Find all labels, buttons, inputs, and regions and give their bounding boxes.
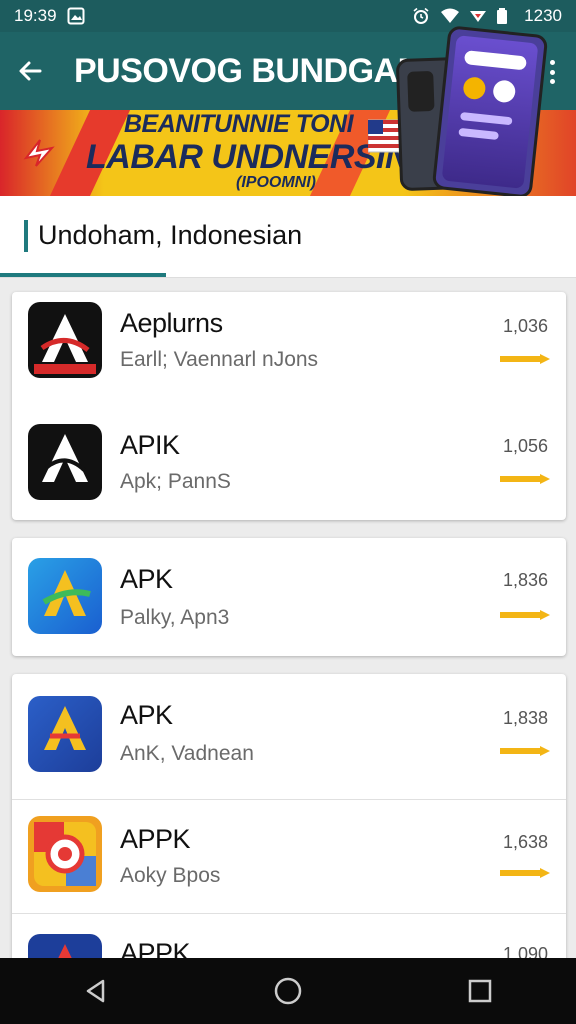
status-clock: 1230 [524, 6, 562, 25]
square-recents-icon [468, 979, 492, 1003]
navigation-bar [0, 958, 576, 1024]
app-icon [28, 816, 102, 892]
app-title: PUSOVOG BUNDGAM [74, 51, 426, 90]
status-time: 19:39 [14, 6, 57, 25]
section-underline [0, 273, 166, 277]
app-name: APPK [120, 824, 191, 854]
app-size: 1,838 [502, 708, 548, 728]
app-card: APK Palky, Apn3 1,836 [12, 538, 566, 656]
download-icon[interactable] [500, 610, 550, 620]
arrow-back-icon [19, 61, 42, 81]
app-icon [28, 302, 102, 378]
nav-home-button[interactable] [268, 971, 308, 1011]
list-item[interactable]: APK Palky, Apn3 1,836 [12, 538, 566, 656]
flag-icon [368, 119, 402, 153]
dot-icon [549, 69, 555, 75]
image-icon [67, 7, 85, 25]
app-name: Aeplurns [120, 308, 223, 338]
section-accent [24, 220, 28, 252]
phone-image [431, 25, 549, 199]
app-subtitle: Palky, Apn3 [120, 606, 230, 629]
app-name: APK [120, 564, 173, 594]
lightning-icon [23, 139, 55, 167]
download-icon[interactable] [500, 474, 550, 484]
signal-icon [468, 7, 487, 25]
download-icon[interactable] [500, 746, 550, 756]
app-size: 1,056 [502, 436, 548, 456]
list-item[interactable]: APPK Aoky Bpos 1,638 [12, 800, 566, 914]
back-button[interactable] [0, 32, 60, 110]
banner-tagline: (IPOOMNI) [236, 174, 316, 191]
list-item[interactable]: Aeplurns Earll; Vaennarl nJons 1,036 [12, 292, 566, 416]
dot-icon [549, 60, 555, 65]
banner-subheadline: LABAR UNDNERSIN [86, 138, 410, 176]
download-icon[interactable] [500, 354, 550, 364]
nav-back-button[interactable] [76, 971, 116, 1011]
app-icon [28, 424, 102, 500]
download-icon[interactable] [500, 868, 550, 878]
banner-headline: BEANITUNNIE TONI [124, 110, 354, 138]
section-header: Undoham, Indonesian [0, 196, 576, 278]
battery-icon [496, 7, 514, 25]
app-name: APIK [120, 430, 180, 460]
nav-recents-button[interactable] [460, 971, 500, 1011]
list-item[interactable]: APK AnK, Vadnean 1,838 [12, 674, 566, 800]
wifi-icon [440, 7, 460, 25]
app-size: 1,836 [502, 570, 548, 590]
circle-home-icon [274, 977, 302, 1005]
section-title: Undoham, Indonesian [38, 220, 303, 250]
app-subtitle: Aoky Bpos [120, 864, 221, 887]
app-size: 1,638 [502, 832, 548, 852]
app-subtitle: Earll; Vaennarl nJons [120, 348, 319, 371]
list-item[interactable]: APIK Apk; PannS 1,056 [12, 404, 566, 528]
alarm-icon [412, 7, 430, 25]
app-icon [28, 558, 102, 634]
app-subtitle: Apk; PannS [120, 470, 231, 493]
app-name: APK [120, 700, 173, 730]
dot-icon [549, 79, 555, 84]
app-card: Aeplurns Earll; Vaennarl nJons 1,036 API… [12, 292, 566, 520]
app-card: APK AnK, Vadnean 1,838 APPK Aoky Bpos 1,… [12, 674, 566, 974]
app-size: 1,036 [502, 316, 548, 336]
status-bar: 19:39 1230 [0, 0, 576, 32]
triangle-back-icon [86, 979, 105, 1003]
app-icon [28, 696, 102, 772]
app-subtitle: AnK, Vadnean [120, 742, 254, 765]
